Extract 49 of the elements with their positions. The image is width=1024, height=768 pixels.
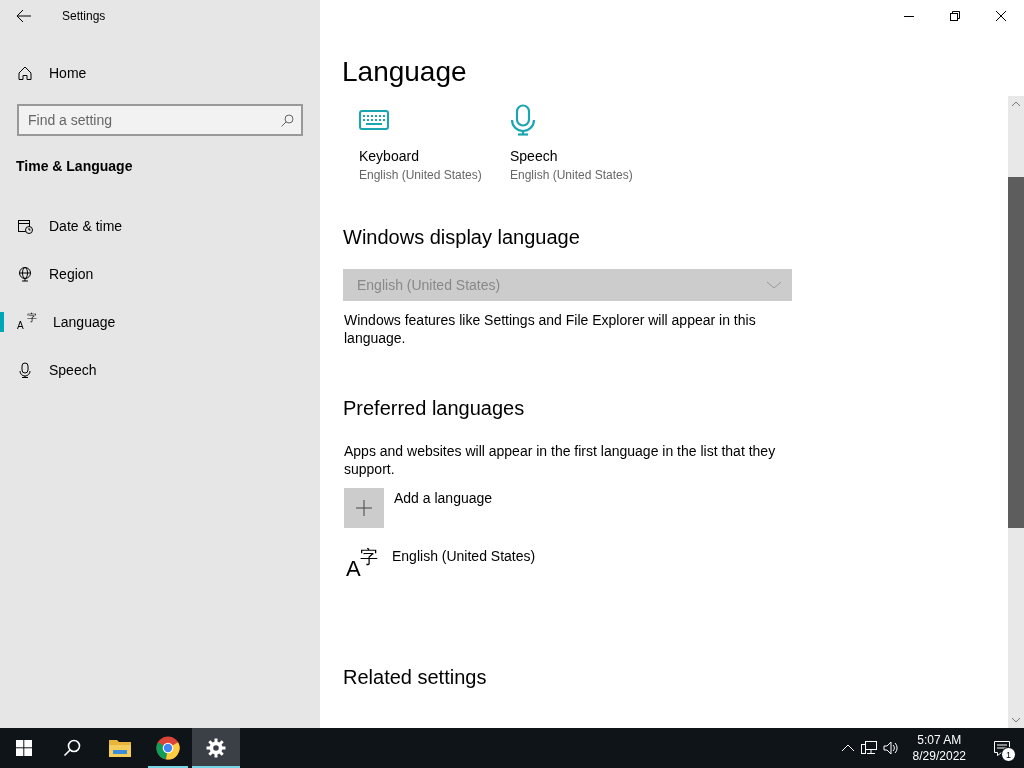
folder-icon (108, 738, 132, 758)
window-title: Settings (62, 9, 106, 23)
sidebar-item[interactable]: Speech (0, 346, 320, 394)
add-language-label[interactable]: Add a language (394, 490, 493, 528)
chrome-logo-icon (156, 736, 180, 760)
page-title: Language (342, 55, 468, 89)
back-arrow-icon[interactable] (16, 8, 32, 24)
home-icon (17, 65, 33, 81)
language-name[interactable]: English (United States) (392, 548, 536, 580)
chevron-down-icon (766, 280, 782, 290)
notification-count: 1 (1001, 747, 1016, 762)
scroll-up-icon[interactable] (1011, 101, 1021, 107)
tile-label[interactable]: Keyboard (359, 148, 510, 164)
microphone-icon (510, 104, 536, 136)
language-icon: A 字 (17, 313, 37, 331)
tile-label[interactable]: Speech (510, 148, 661, 164)
scrollbar[interactable] (1008, 96, 1024, 728)
gear-icon (206, 738, 226, 758)
calendar-icon (17, 218, 33, 234)
sidebar-item[interactable]: Region (0, 250, 320, 298)
section-heading: Windows display language (343, 226, 581, 249)
section-heading: Preferred languages (343, 397, 526, 420)
tile-value: English (United States) (359, 168, 483, 182)
clock-date[interactable]: 8/29/2022 (912, 748, 966, 764)
scroll-down-icon[interactable] (1011, 717, 1021, 723)
home-link[interactable]: Home (0, 49, 320, 97)
microphone-icon (17, 362, 33, 378)
description-text: Apps and websites will appear in the first language in the list that they support. (344, 442, 777, 478)
windows-logo-icon (16, 740, 32, 756)
description-text: Windows features like Settings and File Explorer will appear in this language. (344, 311, 757, 347)
tile-value: English (United States) (510, 168, 634, 182)
notification-icon (993, 739, 1011, 757)
search-field[interactable]: Find a setting (17, 104, 303, 136)
clock-time[interactable]: 5:07 AM (917, 732, 962, 748)
globe-icon (17, 266, 33, 282)
search-icon (63, 739, 81, 757)
volume-icon[interactable] (882, 740, 899, 756)
network-icon[interactable] (860, 740, 877, 756)
taskbar-button[interactable] (192, 728, 240, 768)
chevron-up-icon[interactable] (840, 744, 855, 752)
search-icon (280, 113, 294, 127)
restore-icon (950, 11, 960, 21)
close-icon (996, 11, 1006, 21)
category-heading: Time & Language (16, 158, 134, 174)
notification-button[interactable]: 1 (980, 728, 1024, 768)
keyboard-icon (359, 110, 389, 130)
sidebar-item[interactable]: Date & time (0, 202, 320, 250)
section-heading: Related settings (343, 666, 488, 689)
plus-icon (355, 499, 373, 517)
